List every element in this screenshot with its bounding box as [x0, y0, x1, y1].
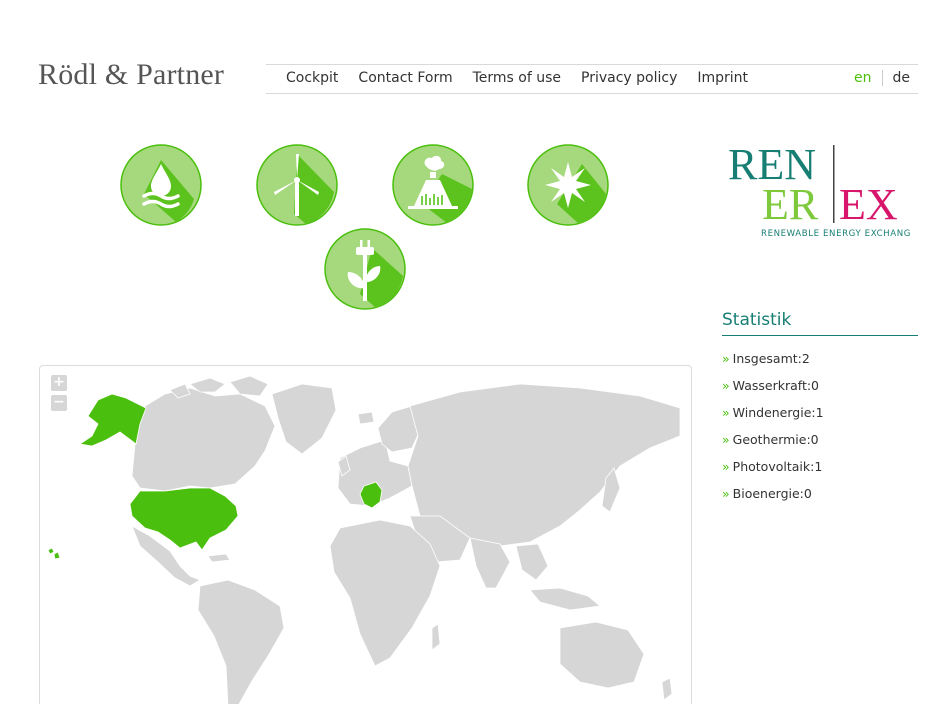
map-africa: [329, 519, 441, 667]
stat-item: » Photovoltaik:1: [722, 459, 823, 474]
stat-item: » Geothermie:0: [722, 432, 819, 447]
stat-item: » Windenergie:1: [722, 405, 824, 420]
lang-divider: [881, 70, 883, 86]
water-energy-icon[interactable]: [120, 144, 202, 226]
arrow-icon: »: [722, 378, 730, 393]
logo-er: ER: [762, 180, 819, 229]
bioenergy-icon[interactable]: [324, 228, 406, 310]
brand-logo[interactable]: Rödl & Partner: [38, 58, 224, 92]
stat-item: » Bioenergie:0: [722, 486, 812, 501]
logo-ex: EX: [839, 180, 898, 229]
solar-energy-icon[interactable]: [527, 144, 609, 226]
wind-energy-icon[interactable]: [256, 144, 338, 226]
map-south-america: [197, 579, 285, 704]
language-switcher: en de: [854, 70, 910, 86]
nav-contact-form[interactable]: Contact Form: [358, 70, 452, 86]
map-svg[interactable]: [40, 366, 692, 704]
lang-en[interactable]: en: [854, 70, 872, 86]
zoom-in-button[interactable]: +: [51, 375, 67, 391]
arrow-icon: »: [722, 486, 730, 501]
nav-privacy-policy[interactable]: Privacy policy: [581, 70, 677, 86]
map-greenland: [271, 383, 337, 455]
map-canada: [131, 387, 276, 492]
world-map[interactable]: + −: [39, 365, 692, 704]
nav-terms-of-use[interactable]: Terms of use: [473, 70, 561, 86]
logo-tagline: RENEWABLE ENERGY EXCHANGE: [761, 229, 911, 239]
statistics-list: » Insgesamt:2 » Wasserkraft:0 » Windenergie…: [722, 351, 824, 513]
nav-links: Cockpit Contact Form Terms of use Privac…: [286, 70, 748, 86]
nav-cockpit[interactable]: Cockpit: [286, 70, 338, 86]
zoom-out-button[interactable]: −: [51, 395, 67, 411]
statistics-title: Statistik: [722, 310, 918, 336]
map-alaska: [78, 393, 147, 447]
map-asia: [407, 383, 681, 547]
main-nav: Cockpit Contact Form Terms of use Privac…: [266, 64, 918, 94]
lang-de[interactable]: de: [893, 70, 911, 86]
arrow-icon: »: [722, 405, 730, 420]
stat-item: » Wasserkraft:0: [722, 378, 820, 393]
geothermal-energy-icon[interactable]: [392, 144, 474, 226]
arrow-icon: »: [722, 432, 730, 447]
arrow-icon: »: [722, 459, 730, 474]
map-australia: [559, 621, 645, 689]
stat-item: » Insgesamt:2: [722, 351, 810, 366]
renerex-logo: REN ER EX RENEWABLE ENERGY EXCHANGE: [726, 140, 916, 243]
arrow-icon: »: [722, 351, 730, 366]
nav-imprint[interactable]: Imprint: [697, 70, 748, 86]
